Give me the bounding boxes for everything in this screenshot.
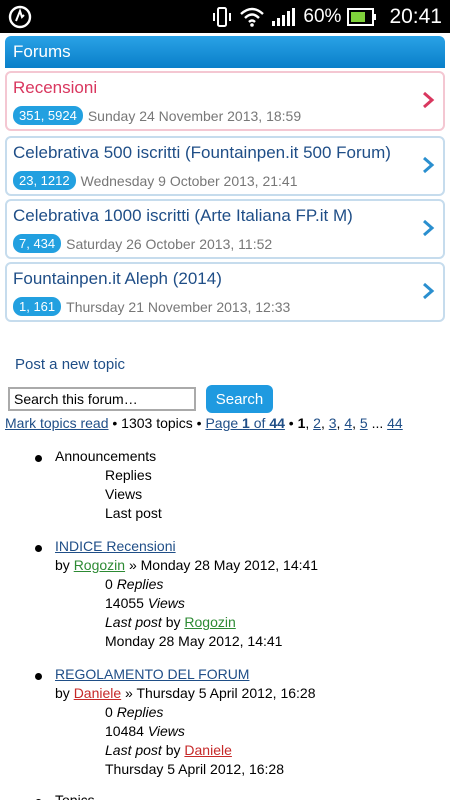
post-new-topic-link[interactable]: Post a new topic [15,356,125,373]
replies-heading: Replies [105,467,152,483]
forum-date: Saturday 26 October 2013, 11:52 [66,235,273,252]
forum-title[interactable]: Celebrativa 1000 iscritti (Arte Italiana… [13,206,353,226]
pagination-sep: • [284,415,298,431]
battery-percent: 60% [303,5,342,27]
search-button[interactable]: Search [206,385,273,413]
forum-title[interactable]: Celebrativa 500 iscritti (Fountainpen.it… [13,143,391,163]
announcements-heading: Announcements [55,448,157,464]
author-link[interactable]: Rogozin [74,557,125,573]
status-bar: 60% 20:41 [0,0,450,33]
topic-views: 14055 Views [105,595,185,611]
forum-item-celebrativa-500[interactable]: Celebrativa 500 iscritti (Fountainpen.it… [5,136,445,196]
page-prefix: Page [205,415,243,431]
page-of-text: of [249,415,270,431]
count-badge: 23, 1212 [13,171,76,190]
topics-heading-partial: Topics [55,792,95,800]
forums-header: Forums [5,36,445,68]
last-page-link[interactable]: 44 [387,415,403,431]
page-2-link[interactable]: 2 [313,415,321,431]
forum-date: Wednesday 9 October 2013, 21:41 [80,172,298,189]
topic-byline: by Daniele » Thursday 5 April 2012, 16:2… [55,685,316,701]
views-count: 10484 [105,723,148,739]
views-count: 14055 [105,595,148,611]
page-3-link[interactable]: 3 [329,415,337,431]
views-heading: Views [105,486,143,502]
chevron-right-icon [423,156,435,174]
last-author-link[interactable]: Rogozin [184,614,235,630]
posted-date: » Thursday 5 April 2012, 16:28 [121,685,316,701]
last-post-date: Thursday 5 April 2012, 16:28 [105,761,285,777]
topic-last-post: Last post by Rogozin [105,614,236,630]
current-page: 1 [297,415,306,431]
last-post-label: Last post [105,614,162,630]
list-bullet [35,545,42,552]
by-label: by [55,685,74,701]
chevron-right-icon [423,219,435,237]
count-badge: 1, 161 [13,297,62,316]
replies-label: Replies [116,576,164,592]
views-label: Views [147,595,185,611]
forum-item-celebrativa-1000[interactable]: Celebrativa 1000 iscritti (Arte Italiana… [5,199,445,259]
topic-replies: 0 Replies [105,576,163,592]
forum-date: Thursday 21 November 2013, 12:33 [66,298,291,315]
by-label: by [161,614,185,630]
pagination-bar: Mark topics read • 1303 topics • Page 1 … [5,415,403,431]
replies-count: 0 [105,576,117,592]
topic-views: 10484 Views [105,723,185,739]
forum-item-recensioni[interactable]: Recensioni 351, 5924 Sunday 24 November … [5,71,445,131]
count-badge: 7, 434 [13,234,62,253]
list-bullet [35,673,42,680]
topic-byline: by Rogozin » Monday 28 May 2012, 14:41 [55,557,318,573]
last-author-link[interactable]: Daniele [184,742,231,758]
by-label: by [161,742,185,758]
forum-title[interactable]: Recensioni [13,78,97,98]
replies-label: Replies [116,704,164,720]
list-bullet [35,455,42,462]
signal-icon [272,7,296,26]
author-link[interactable]: Daniele [74,685,121,701]
last-post-label: Last post [105,742,162,758]
pagination-ellipsis: ... [367,415,388,431]
count-badge: 351, 5924 [13,106,83,125]
clock: 20:41 [389,4,442,28]
wifi-icon [240,7,265,27]
page-of-link[interactable]: Page 1 of 44 [205,415,284,431]
posted-date: » Monday 28 May 2012, 14:41 [125,557,319,573]
app-notification-icon [8,5,32,29]
topic-last-post: Last post by Daniele [105,742,232,758]
forum-title[interactable]: Fountainpen.it Aleph (2014) [13,269,222,289]
by-label: by [55,557,74,573]
page-total: 44 [269,415,285,431]
mark-topics-read-link[interactable]: Mark topics read [5,415,108,431]
last-post-heading: Last post [105,505,162,521]
chevron-right-icon [423,91,435,109]
topic-title-link[interactable]: INDICE Recensioni [55,538,176,554]
forum-item-aleph-2014[interactable]: Fountainpen.it Aleph (2014) 1, 161 Thurs… [5,262,445,322]
page-4-link[interactable]: 4 [344,415,352,431]
forum-date: Sunday 24 November 2013, 18:59 [87,107,302,124]
last-post-date: Monday 28 May 2012, 14:41 [105,633,283,649]
topic-title-link[interactable]: REGOLAMENTO DEL FORUM [55,666,249,682]
search-input[interactable] [8,387,196,411]
topics-count: • 1303 topics • [108,415,206,431]
chevron-right-icon [423,282,435,300]
battery-icon [347,7,377,26]
vibrate-icon [213,6,232,27]
replies-count: 0 [105,704,117,720]
page-current: 1 [242,415,250,431]
views-label: Views [147,723,185,739]
page-5-link[interactable]: 5 [360,415,368,431]
topic-replies: 0 Replies [105,704,163,720]
